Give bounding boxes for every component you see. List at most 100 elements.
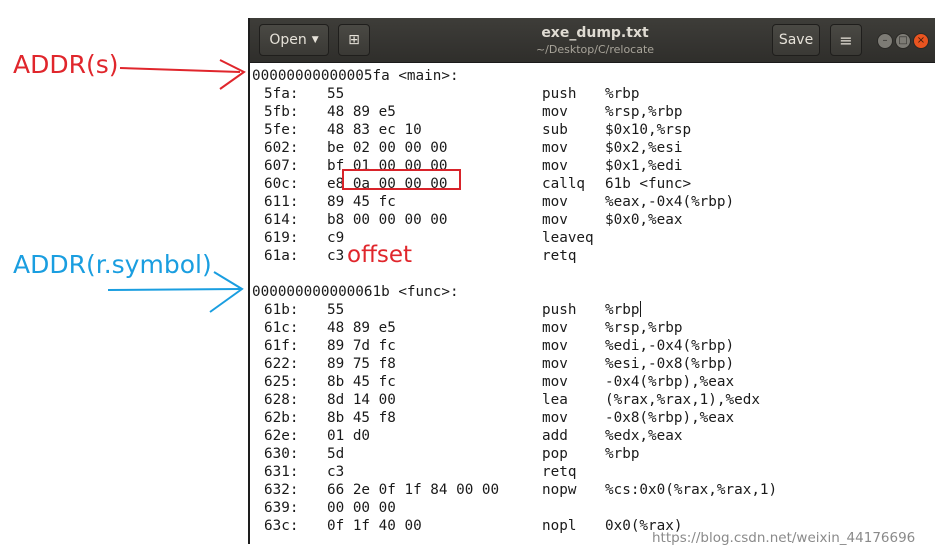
- hamburger-menu-button[interactable]: ≡: [830, 24, 862, 56]
- line-bytes: 8b 45 f8: [327, 410, 396, 426]
- new-document-button[interactable]: ⊞: [338, 24, 370, 56]
- line-mnemonic: sub: [542, 122, 568, 138]
- line-bytes: 0f 1f 40 00: [327, 518, 422, 534]
- line-operands: 61b <func>: [605, 176, 692, 192]
- line-operands: $0x1,%edi: [605, 158, 683, 174]
- line-operands: %cs:0x0(%rax,%rax,1): [605, 482, 778, 498]
- line-address: 622:: [264, 356, 299, 372]
- close-icon: ×: [916, 35, 926, 46]
- addr-r-symbol-arrowhead: [209, 271, 244, 313]
- disassembly-line: 628: 8d 14 00 lea (%rax,%rax,1),%edx: [252, 391, 932, 409]
- line-operands: %rbp: [605, 86, 640, 102]
- line-address: 614:: [264, 212, 299, 228]
- close-button[interactable]: ×: [913, 33, 929, 49]
- line-bytes: 66 2e 0f 1f 84 00 00: [327, 482, 500, 498]
- text-cursor: [640, 301, 642, 317]
- line-bytes: 89 45 fc: [327, 194, 396, 210]
- line-operands: $0x10,%rsp: [605, 122, 692, 138]
- line-bytes: 8d 14 00: [327, 392, 396, 408]
- line-bytes: 89 75 f8: [327, 356, 396, 372]
- line-bytes: 55: [327, 302, 345, 318]
- line-mnemonic: leaveq: [542, 230, 594, 246]
- line-operands: %edi,-0x4(%rbp): [605, 338, 735, 354]
- open-button[interactable]: Open ▼: [259, 24, 329, 56]
- line-mnemonic: mov: [542, 194, 568, 210]
- line-address: 61f:: [264, 338, 299, 354]
- line-mnemonic: retq: [542, 464, 577, 480]
- disassembly-line: 61c: 48 89 e5 mov %rsp,%rbp: [252, 319, 932, 337]
- line-bytes: c9: [327, 230, 345, 246]
- line-address: 61a:: [264, 248, 299, 264]
- disassembly-line: 631: c3 retq: [252, 463, 932, 481]
- minimize-button[interactable]: –: [877, 33, 893, 49]
- disassembly-line: 622: 89 75 f8 mov %esi,-0x8(%rbp): [252, 355, 932, 373]
- header-bar: Open ▼ ⊞ exe_dump.txt ~/Desktop/C/reloca…: [250, 18, 935, 63]
- disassembly-line: 5fb: 48 89 e5 mov %rsp,%rbp: [252, 103, 932, 121]
- line-mnemonic: mov: [542, 410, 568, 426]
- line-bytes: 48 89 e5: [327, 320, 396, 336]
- line-mnemonic: mov: [542, 212, 568, 228]
- addr-s-arrow: [119, 67, 241, 73]
- line-address: 631:: [264, 464, 299, 480]
- chevron-down-icon: ▼: [311, 35, 319, 45]
- menu-icon: ≡: [839, 30, 853, 50]
- open-label: Open: [269, 32, 307, 48]
- minimize-icon: –: [882, 35, 888, 46]
- line-mnemonic: mov: [542, 338, 568, 354]
- disassembly-line: 611: 89 45 fc mov %eax,-0x4(%rbp): [252, 193, 932, 211]
- disassembly-line: 614: b8 00 00 00 00 mov $0x0,%eax: [252, 211, 932, 229]
- disassembly-line: 632: 66 2e 0f 1f 84 00 00 nopw %cs:0x0(%rax…: [252, 481, 932, 499]
- addr-r-symbol-arrow: [107, 288, 241, 291]
- line-address: 625:: [264, 374, 299, 390]
- maximize-icon: □: [898, 35, 908, 46]
- line-operands: $0x2,%esi: [605, 140, 683, 156]
- line-bytes: c3: [327, 248, 345, 264]
- line-bytes: 89 7d fc: [327, 338, 396, 354]
- line-mnemonic: mov: [542, 374, 568, 390]
- symbol-header: 000000000000061b <func>:: [252, 284, 459, 300]
- line-address: 5fe:: [264, 122, 299, 138]
- line-operands: %esi,-0x8(%rbp): [605, 356, 735, 372]
- disassembly-line: 639: 00 00 00: [252, 499, 932, 517]
- line-address: 5fa:: [264, 86, 299, 102]
- disassembly-line: 61f: 89 7d fc mov %edi,-0x4(%rbp): [252, 337, 932, 355]
- line-mnemonic: retq: [542, 248, 577, 264]
- watermark: https://blog.csdn.net/weixin_44176696: [652, 530, 916, 546]
- line-operands: -0x4(%rbp),%eax: [605, 374, 735, 390]
- line-address: 639:: [264, 500, 299, 516]
- offset-highlight-box: [342, 169, 461, 190]
- line-mnemonic: mov: [542, 104, 568, 120]
- maximize-button[interactable]: □: [895, 33, 911, 49]
- line-mnemonic: mov: [542, 140, 568, 156]
- line-mnemonic: pop: [542, 446, 568, 462]
- disassembly-line: 5fa: 55 push %rbp: [252, 85, 932, 103]
- line-address: 61b:: [264, 302, 299, 318]
- line-address: 628:: [264, 392, 299, 408]
- line-address: 60c:: [264, 176, 299, 192]
- line-mnemonic: lea: [542, 392, 568, 408]
- line-bytes: b8 00 00 00 00: [327, 212, 448, 228]
- line-mnemonic: mov: [542, 356, 568, 372]
- line-bytes: 00 00 00: [327, 500, 396, 516]
- line-address: 61c:: [264, 320, 299, 336]
- line-bytes: 48 83 ec 10: [327, 122, 422, 138]
- line-address: 63c:: [264, 518, 299, 534]
- disassembly-line: 630: 5d pop %rbp: [252, 445, 932, 463]
- line-mnemonic: nopl: [542, 518, 577, 534]
- disassembly-line: 62e: 01 d0 add %edx,%eax: [252, 427, 932, 445]
- new-document-icon: ⊞: [348, 32, 360, 48]
- line-operands: %edx,%eax: [605, 428, 683, 444]
- addr-s-arrowhead: [219, 59, 246, 90]
- line-address: 62b:: [264, 410, 299, 426]
- disassembly-line: 602: be 02 00 00 00 mov $0x2,%esi: [252, 139, 932, 157]
- line-bytes: 01 d0: [327, 428, 371, 444]
- line-bytes: be 02 00 00 00: [327, 140, 448, 156]
- line-mnemonic: callq: [542, 176, 586, 192]
- symbol-header: 00000000000005fa <main>:: [252, 68, 459, 84]
- line-address: 62e:: [264, 428, 299, 444]
- save-button[interactable]: Save: [772, 24, 820, 56]
- line-address: 632:: [264, 482, 299, 498]
- line-address: 611:: [264, 194, 299, 210]
- line-bytes: c3: [327, 464, 345, 480]
- text-view[interactable]: 00000000000005fa <main>: 5fa: 55 push %rbp 5f…: [252, 64, 935, 544]
